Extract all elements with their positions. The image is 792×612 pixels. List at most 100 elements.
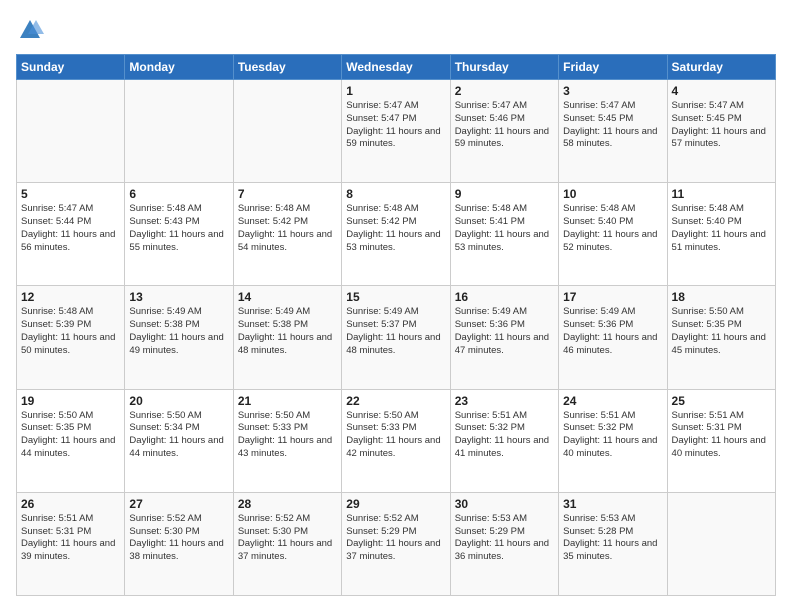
calendar-table: SundayMondayTuesdayWednesdayThursdayFrid… bbox=[16, 54, 776, 596]
day-number: 26 bbox=[21, 497, 120, 511]
calendar-header-friday: Friday bbox=[559, 55, 667, 80]
calendar-cell: 19Sunrise: 5:50 AM Sunset: 5:35 PM Dayli… bbox=[17, 389, 125, 492]
calendar-cell: 14 Sunrise: 5:49 AM Sunset: 5:38 PM Dayli… bbox=[233, 286, 341, 389]
cell-info: Sunrise: 5:48 AM Sunset: 5:42 PM Dayligh… bbox=[346, 203, 445, 254]
calendar-cell: 13 Sunrise: 5:49 AM Sunset: 5:38 PM Dayli… bbox=[125, 286, 233, 389]
logo bbox=[16, 16, 48, 44]
cell-info: Sunrise: 5:51 AM Sunset: 5:32 PM Dayligh… bbox=[563, 410, 662, 461]
day-number: 16 bbox=[455, 290, 554, 304]
day-number: 15 bbox=[346, 290, 445, 304]
calendar-header-wednesday: Wednesday bbox=[342, 55, 450, 80]
calendar-cell: 30Sunrise: 5:53 AM Sunset: 5:29 PM Dayli… bbox=[450, 492, 558, 595]
calendar-cell: 22 Sunrise: 5:50 AM Sunset: 5:33 PM Dayli… bbox=[342, 389, 450, 492]
calendar-cell bbox=[125, 80, 233, 183]
week-row-4: 19Sunrise: 5:50 AM Sunset: 5:35 PM Dayli… bbox=[17, 389, 776, 492]
calendar-cell: 27Sunrise: 5:52 AM Sunset: 5:30 PM Dayli… bbox=[125, 492, 233, 595]
cell-info: Sunrise: 5:49 AM Sunset: 5:36 PM Dayligh… bbox=[563, 306, 662, 357]
calendar-header-tuesday: Tuesday bbox=[233, 55, 341, 80]
calendar-cell: 20 Sunrise: 5:50 AM Sunset: 5:34 PM Dayli… bbox=[125, 389, 233, 492]
day-number: 21 bbox=[238, 394, 337, 408]
calendar-cell bbox=[233, 80, 341, 183]
cell-info: Sunrise: 5:49 AM Sunset: 5:36 PM Dayligh… bbox=[455, 306, 554, 357]
cell-info: Sunrise: 5:50 AM Sunset: 5:33 PM Dayligh… bbox=[346, 410, 445, 461]
day-number: 2 bbox=[455, 84, 554, 98]
cell-info: Sunrise: 5:48 AM Sunset: 5:43 PM Dayligh… bbox=[129, 203, 228, 254]
day-number: 1 bbox=[346, 84, 445, 98]
calendar-cell bbox=[667, 492, 775, 595]
calendar-cell: 17 Sunrise: 5:49 AM Sunset: 5:36 PM Dayli… bbox=[559, 286, 667, 389]
day-number: 13 bbox=[129, 290, 228, 304]
day-number: 9 bbox=[455, 187, 554, 201]
day-number: 8 bbox=[346, 187, 445, 201]
cell-info: Sunrise: 5:47 AM Sunset: 5:46 PM Dayligh… bbox=[455, 100, 554, 151]
cell-info: Sunrise: 5:48 AM Sunset: 5:40 PM Dayligh… bbox=[563, 203, 662, 254]
calendar-cell: 5 Sunrise: 5:47 AM Sunset: 5:44 PM Daylig… bbox=[17, 183, 125, 286]
day-number: 18 bbox=[672, 290, 771, 304]
day-number: 23 bbox=[455, 394, 554, 408]
calendar-header-sunday: Sunday bbox=[17, 55, 125, 80]
calendar-cell: 7 Sunrise: 5:48 AM Sunset: 5:42 PM Daylig… bbox=[233, 183, 341, 286]
cell-info: Sunrise: 5:47 AM Sunset: 5:45 PM Dayligh… bbox=[563, 100, 662, 151]
day-number: 25 bbox=[672, 394, 771, 408]
cell-info: Sunrise: 5:48 AM Sunset: 5:40 PM Dayligh… bbox=[672, 203, 771, 254]
cell-info: Sunrise: 5:47 AM Sunset: 5:45 PM Dayligh… bbox=[672, 100, 771, 151]
day-number: 19 bbox=[21, 394, 120, 408]
day-number: 20 bbox=[129, 394, 228, 408]
calendar-cell: 8 Sunrise: 5:48 AM Sunset: 5:42 PM Daylig… bbox=[342, 183, 450, 286]
cell-info: Sunrise: 5:48 AM Sunset: 5:42 PM Dayligh… bbox=[238, 203, 337, 254]
cell-info: Sunrise: 5:49 AM Sunset: 5:37 PM Dayligh… bbox=[346, 306, 445, 357]
cell-info: Sunrise: 5:49 AM Sunset: 5:38 PM Dayligh… bbox=[238, 306, 337, 357]
day-number: 6 bbox=[129, 187, 228, 201]
cell-info: Sunrise: 5:52 AM Sunset: 5:29 PM Dayligh… bbox=[346, 513, 445, 564]
logo-icon bbox=[16, 16, 44, 44]
day-number: 27 bbox=[129, 497, 228, 511]
cell-info: Sunrise: 5:47 AM Sunset: 5:44 PM Dayligh… bbox=[21, 203, 120, 254]
day-number: 14 bbox=[238, 290, 337, 304]
day-number: 5 bbox=[21, 187, 120, 201]
cell-info: Sunrise: 5:51 AM Sunset: 5:31 PM Dayligh… bbox=[672, 410, 771, 461]
calendar-header-thursday: Thursday bbox=[450, 55, 558, 80]
calendar-cell: 12 Sunrise: 5:48 AM Sunset: 5:39 PM Dayli… bbox=[17, 286, 125, 389]
week-row-2: 5 Sunrise: 5:47 AM Sunset: 5:44 PM Daylig… bbox=[17, 183, 776, 286]
day-number: 29 bbox=[346, 497, 445, 511]
cell-info: Sunrise: 5:50 AM Sunset: 5:33 PM Dayligh… bbox=[238, 410, 337, 461]
calendar-cell: 4 Sunrise: 5:47 AM Sunset: 5:45 PM Daylig… bbox=[667, 80, 775, 183]
cell-info: Sunrise: 5:52 AM Sunset: 5:30 PM Dayligh… bbox=[238, 513, 337, 564]
calendar-cell: 24 Sunrise: 5:51 AM Sunset: 5:32 PM Dayli… bbox=[559, 389, 667, 492]
calendar-cell: 6 Sunrise: 5:48 AM Sunset: 5:43 PM Daylig… bbox=[125, 183, 233, 286]
cell-info: Sunrise: 5:49 AM Sunset: 5:38 PM Dayligh… bbox=[129, 306, 228, 357]
cell-info: Sunrise: 5:51 AM Sunset: 5:31 PM Dayligh… bbox=[21, 513, 120, 564]
day-number: 4 bbox=[672, 84, 771, 98]
calendar-cell: 9 Sunrise: 5:48 AM Sunset: 5:41 PM Daylig… bbox=[450, 183, 558, 286]
cell-info: Sunrise: 5:53 AM Sunset: 5:29 PM Dayligh… bbox=[455, 513, 554, 564]
calendar-header-saturday: Saturday bbox=[667, 55, 775, 80]
calendar-cell: 18 Sunrise: 5:50 AM Sunset: 5:35 PM Dayli… bbox=[667, 286, 775, 389]
calendar-cell bbox=[17, 80, 125, 183]
page: SundayMondayTuesdayWednesdayThursdayFrid… bbox=[0, 0, 792, 612]
calendar-cell: 31 Sunrise: 5:53 AM Sunset: 5:28 PM Dayli… bbox=[559, 492, 667, 595]
cell-info: Sunrise: 5:53 AM Sunset: 5:28 PM Dayligh… bbox=[563, 513, 662, 564]
day-number: 24 bbox=[563, 394, 662, 408]
cell-info: Sunrise: 5:48 AM Sunset: 5:41 PM Dayligh… bbox=[455, 203, 554, 254]
day-number: 31 bbox=[563, 497, 662, 511]
header bbox=[16, 16, 776, 44]
day-number: 3 bbox=[563, 84, 662, 98]
calendar-cell: 25 Sunrise: 5:51 AM Sunset: 5:31 PM Dayli… bbox=[667, 389, 775, 492]
day-number: 12 bbox=[21, 290, 120, 304]
cell-info: Sunrise: 5:48 AM Sunset: 5:39 PM Dayligh… bbox=[21, 306, 120, 357]
cell-info: Sunrise: 5:50 AM Sunset: 5:34 PM Dayligh… bbox=[129, 410, 228, 461]
calendar-cell: 21 Sunrise: 5:50 AM Sunset: 5:33 PM Dayli… bbox=[233, 389, 341, 492]
day-number: 11 bbox=[672, 187, 771, 201]
calendar-cell: 2 Sunrise: 5:47 AM Sunset: 5:46 PM Daylig… bbox=[450, 80, 558, 183]
week-row-3: 12 Sunrise: 5:48 AM Sunset: 5:39 PM Dayli… bbox=[17, 286, 776, 389]
calendar-cell: 11 Sunrise: 5:48 AM Sunset: 5:40 PM Dayli… bbox=[667, 183, 775, 286]
calendar-cell: 16 Sunrise: 5:49 AM Sunset: 5:36 PM Dayli… bbox=[450, 286, 558, 389]
day-number: 17 bbox=[563, 290, 662, 304]
day-number: 22 bbox=[346, 394, 445, 408]
cell-info: Sunrise: 5:50 AM Sunset: 5:35 PM Dayligh… bbox=[672, 306, 771, 357]
calendar-cell: 26 Sunrise: 5:51 AM Sunset: 5:31 PM Dayli… bbox=[17, 492, 125, 595]
day-number: 7 bbox=[238, 187, 337, 201]
cell-info: Sunrise: 5:47 AM Sunset: 5:47 PM Dayligh… bbox=[346, 100, 445, 151]
day-number: 10 bbox=[563, 187, 662, 201]
week-row-1: 1 Sunrise: 5:47 AM Sunset: 5:47 PM Daylig… bbox=[17, 80, 776, 183]
